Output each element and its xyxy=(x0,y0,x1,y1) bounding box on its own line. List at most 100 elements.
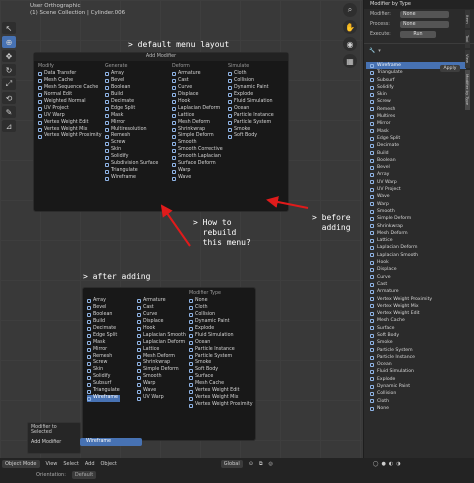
menu-item[interactable]: Displace xyxy=(137,319,186,326)
menu-item[interactable]: Screw xyxy=(366,98,466,105)
mode-dropdown[interactable]: Object Mode xyxy=(2,460,40,468)
pivot-icon[interactable]: ⊙ xyxy=(249,461,253,467)
menu-item[interactable]: Shrinkwrap xyxy=(366,223,466,230)
menu-item[interactable]: Mirror xyxy=(87,347,120,354)
menu-item[interactable]: Mesh Cache xyxy=(366,317,466,324)
menu-item[interactable]: Soft Body xyxy=(366,332,466,339)
menu-item[interactable]: Array xyxy=(366,171,466,178)
apply-button[interactable]: Apply xyxy=(440,65,460,72)
menu-item[interactable]: Collision xyxy=(189,312,253,319)
menu-item[interactable]: Particle Instance xyxy=(366,354,466,361)
menu-item[interactable]: Decimate xyxy=(366,142,466,149)
menu-item[interactable]: Edge Split xyxy=(366,135,466,142)
menu-item[interactable]: Decimate xyxy=(87,326,120,333)
menu-item[interactable]: UV Warp xyxy=(366,179,466,186)
menu-item[interactable]: Dynamic Paint xyxy=(366,383,466,390)
menu-item[interactable]: Cloth xyxy=(366,398,466,405)
menu-item[interactable]: Wireframe xyxy=(87,395,120,403)
menu-item[interactable]: Vertex Weight Edit xyxy=(366,310,466,317)
menu-item[interactable]: Armature xyxy=(366,288,466,295)
menu-item[interactable]: Lattice xyxy=(366,237,466,244)
menu-item[interactable]: Edge Split xyxy=(87,333,120,340)
menu-item[interactable]: None xyxy=(366,405,466,412)
menu-item[interactable]: Simple Deform xyxy=(366,215,466,222)
wrench-icon[interactable]: 🔧 xyxy=(369,48,375,54)
menu-add[interactable]: Add xyxy=(85,461,95,467)
sidebar-tab[interactable]: View xyxy=(465,50,470,68)
menu-item[interactable]: Solidify xyxy=(366,84,466,91)
snap-icon[interactable]: ⧉ xyxy=(259,461,263,467)
menu-item[interactable]: Subsurf xyxy=(366,77,466,84)
process-dropdown[interactable]: None xyxy=(400,20,449,28)
add-modifier-dropdown[interactable]: Wireframe xyxy=(80,438,142,446)
menu-item[interactable]: UV Warp xyxy=(137,395,186,402)
menu-item[interactable]: Mask xyxy=(366,128,466,135)
orientation-dropdown[interactable]: Default xyxy=(71,471,97,479)
menu-item[interactable]: Skin xyxy=(366,91,466,98)
menu-item[interactable]: Screw xyxy=(87,360,120,367)
modifier-dropdown[interactable]: None xyxy=(400,10,449,18)
menu-item[interactable]: Fluid Simulation xyxy=(366,368,466,375)
menu-item[interactable]: Wave xyxy=(366,193,466,200)
sidebar-tab[interactable]: Modifier by Type xyxy=(465,70,470,110)
menu-item[interactable]: UV Project xyxy=(366,186,466,193)
menu-item[interactable]: Cast xyxy=(366,281,466,288)
menu-item[interactable]: Ocean xyxy=(366,361,466,368)
rendered-shading-icon[interactable]: ◑ xyxy=(396,461,400,467)
menu-item[interactable]: Mask xyxy=(87,340,120,347)
transform-orientation-dropdown[interactable]: Global xyxy=(220,460,243,468)
menu-item[interactable]: Curve xyxy=(137,312,186,319)
menu-item[interactable]: Vertex Weight Proximity xyxy=(366,296,466,303)
menu-object[interactable]: Object xyxy=(101,461,117,467)
menu-item[interactable]: Laplacian Deform xyxy=(366,244,466,251)
menu-item[interactable]: Cloth xyxy=(189,305,253,312)
menu-item[interactable]: Particle Instance xyxy=(189,347,253,354)
menu-item[interactable]: Array xyxy=(87,298,120,305)
menu-item[interactable]: Warp xyxy=(366,201,466,208)
menu-item[interactable]: None xyxy=(189,298,253,305)
menu-item[interactable]: Ocean xyxy=(189,340,253,347)
menu-item[interactable]: Bevel xyxy=(366,164,466,171)
proportional-icon[interactable]: ◎ xyxy=(269,461,273,467)
menu-item[interactable]: Laplacian Smooth xyxy=(137,333,186,340)
menu-item[interactable]: Explode xyxy=(366,376,466,383)
menu-item[interactable]: Smoke xyxy=(366,339,466,346)
modifier-icon xyxy=(370,238,374,243)
menu-item[interactable]: Boolean xyxy=(87,312,120,319)
menu-item[interactable]: Cast xyxy=(137,305,186,312)
chevron-down-icon[interactable]: ▾ xyxy=(378,48,381,54)
menu-item[interactable]: Smooth xyxy=(366,208,466,215)
menu-item[interactable]: Lattice xyxy=(137,347,186,354)
menu-item[interactable]: Mirror xyxy=(366,120,466,127)
menu-item[interactable]: Boolean xyxy=(366,157,466,164)
menu-item[interactable]: Vertex Weight Mix xyxy=(366,303,466,310)
menu-item[interactable]: Dynamic Paint xyxy=(189,319,253,326)
sidebar-tab[interactable]: Item xyxy=(465,10,470,28)
menu-item[interactable]: Remesh xyxy=(366,106,466,113)
menu-item[interactable]: Hook xyxy=(137,326,186,333)
menu-item[interactable]: Build xyxy=(366,150,466,157)
menu-item[interactable]: Laplacian Smooth xyxy=(366,252,466,259)
menu-item[interactable]: Bevel xyxy=(87,305,120,312)
menu-item[interactable]: Multires xyxy=(366,113,466,120)
sidebar-tab[interactable]: Tool xyxy=(465,30,470,48)
solid-shading-icon[interactable]: ● xyxy=(382,461,386,467)
menu-item[interactable]: Collision xyxy=(366,390,466,397)
menu-item[interactable]: Curve xyxy=(366,274,466,281)
menu-item[interactable]: Displace xyxy=(366,266,466,273)
menu-item[interactable]: Surface xyxy=(366,325,466,332)
wireframe-shading-icon[interactable]: ◯ xyxy=(373,461,379,467)
menu-item[interactable]: Armature xyxy=(137,298,186,305)
material-shading-icon[interactable]: ◐ xyxy=(389,461,393,467)
menu-item[interactable]: Hook xyxy=(366,259,466,266)
menu-item[interactable]: Particle System xyxy=(366,347,466,354)
menu-select[interactable]: Select xyxy=(63,461,78,467)
menu-item[interactable]: Mesh Deform xyxy=(366,230,466,237)
menu-item[interactable]: Build xyxy=(87,319,120,326)
menu-item[interactable]: Explode xyxy=(189,326,253,333)
menu-view[interactable]: View xyxy=(46,461,58,467)
run-button[interactable]: Run xyxy=(400,30,436,38)
menu-item[interactable]: Fluid Simulation xyxy=(189,333,253,340)
menu-item[interactable]: Vertex Weight Proximity xyxy=(189,402,253,409)
menu-item[interactable]: Laplacian Deform xyxy=(137,340,186,347)
